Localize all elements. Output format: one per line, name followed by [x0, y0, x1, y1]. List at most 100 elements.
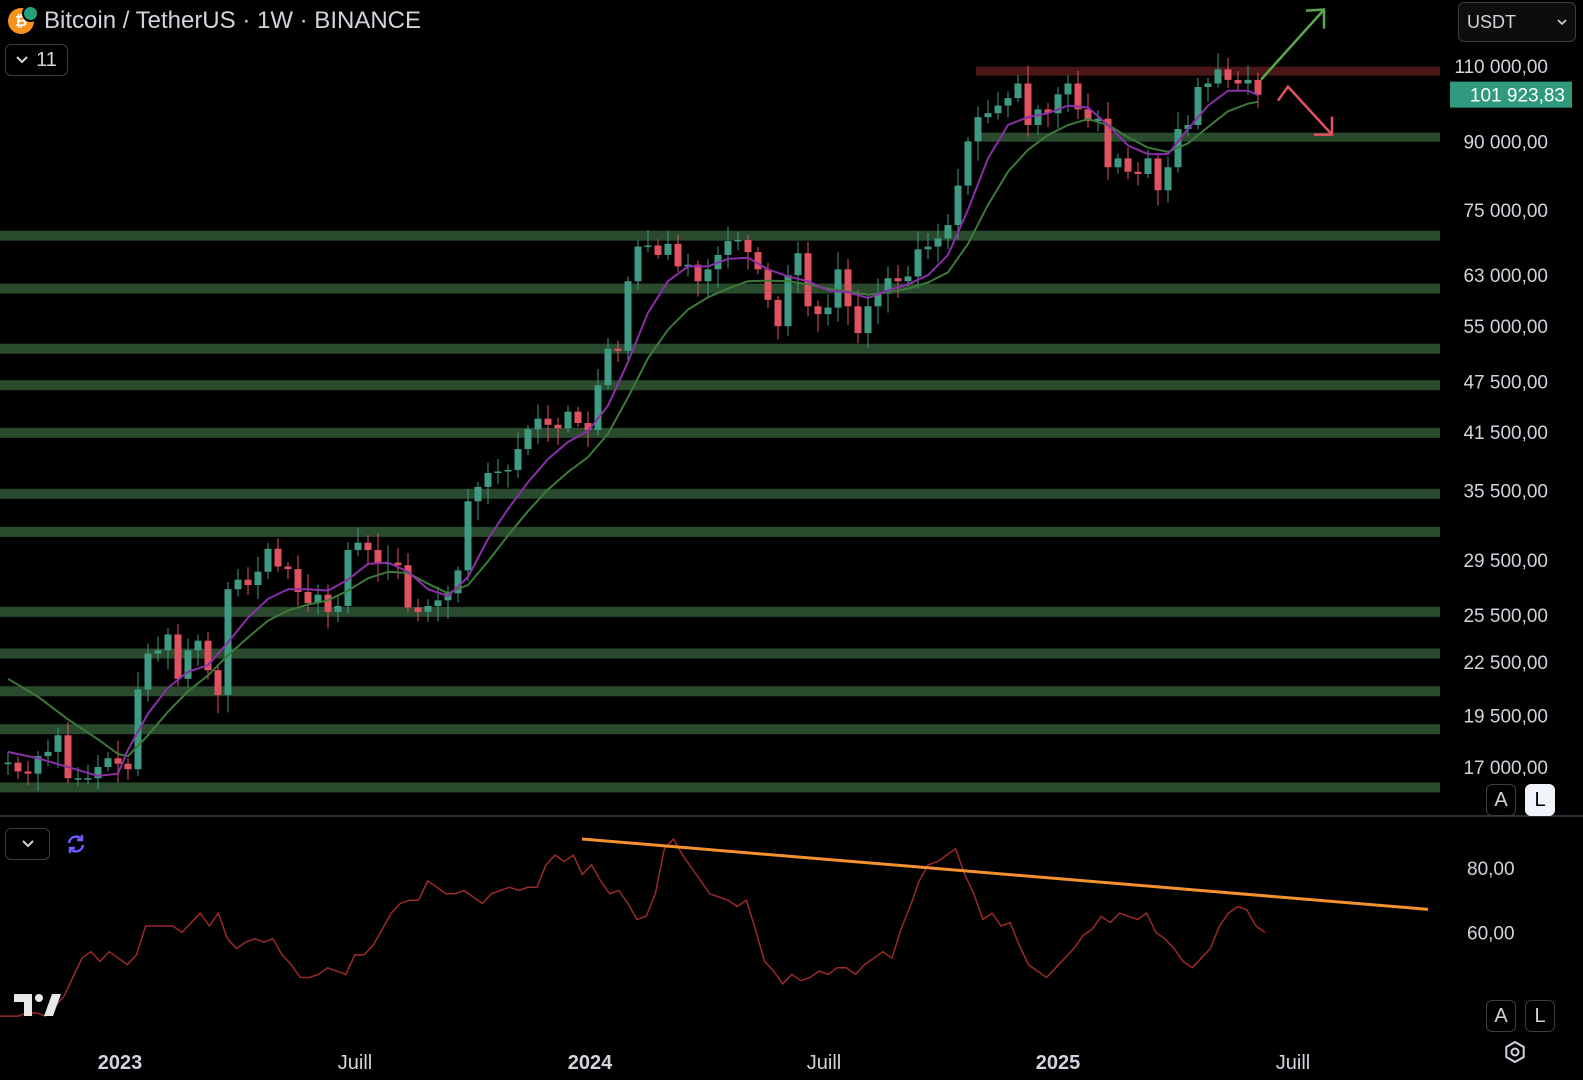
symbol-header[interactable]: ₿ Bitcoin / TetherUS · 1W · BINANCE — [8, 4, 421, 38]
candle — [1074, 70, 1082, 120]
rsi-tick-label: 60,00 — [1467, 923, 1515, 944]
candle-body — [1064, 83, 1072, 95]
settings-gear-icon[interactable] — [1503, 1040, 1527, 1064]
candle — [1104, 101, 1112, 180]
price-tick-label: 63 000,00 — [1463, 266, 1548, 287]
sync-icon[interactable] — [64, 832, 88, 856]
candle-body — [1254, 79, 1262, 95]
candle-body — [974, 117, 982, 142]
candles — [4, 53, 1262, 792]
candle-body — [1014, 83, 1022, 99]
candle-body — [914, 249, 922, 277]
candle — [464, 488, 472, 581]
candle — [964, 136, 972, 195]
indicator-count: 11 — [36, 48, 57, 71]
candle-body — [784, 275, 792, 327]
candle-body — [274, 548, 282, 567]
candle-body — [424, 606, 432, 612]
candle-body — [814, 306, 822, 315]
candle-body — [464, 501, 472, 571]
time-tick-label: 2025 — [1036, 1052, 1081, 1074]
time-tick-label: Juill — [338, 1052, 372, 1074]
candle — [514, 432, 522, 478]
price-tick-label: 90 000,00 — [1463, 132, 1548, 153]
candle — [684, 253, 692, 277]
support-zone — [0, 782, 1440, 793]
candle — [714, 246, 722, 288]
candle-body — [1134, 171, 1142, 175]
chevron-down-icon — [16, 56, 28, 64]
candle-body — [594, 385, 602, 431]
price-tick-label: 29 500,00 — [1463, 551, 1548, 572]
price-tick-label: 25 500,00 — [1463, 606, 1548, 627]
candle — [24, 761, 32, 786]
candle-body — [704, 269, 712, 282]
resistance-level — [976, 66, 1440, 76]
candle — [744, 235, 752, 270]
rsi-tick-label: 80,00 — [1467, 859, 1515, 880]
candle — [394, 547, 402, 579]
candle — [504, 464, 512, 488]
candle — [364, 534, 372, 566]
candle — [184, 638, 192, 688]
candle-body — [644, 245, 652, 247]
support-zone — [0, 724, 1440, 735]
candle-body — [434, 600, 442, 607]
time-axis: 2023 Juill 2024 Juill 2025 Juill — [98, 1052, 1310, 1074]
support-zone — [0, 427, 1440, 438]
candle — [1014, 75, 1022, 103]
candle-body — [84, 778, 92, 780]
candle-body — [634, 246, 642, 282]
candle-body — [864, 306, 872, 334]
candle-body — [44, 751, 52, 757]
candle-body — [614, 348, 622, 351]
candle-body — [894, 278, 902, 282]
candle-body — [304, 591, 312, 604]
candle — [624, 276, 632, 361]
rsi-collapse-button[interactable] — [5, 828, 50, 860]
candle-body — [1124, 158, 1132, 172]
candle — [1164, 156, 1172, 203]
price-auto-scale-button[interactable]: A — [1486, 784, 1516, 816]
candle — [14, 757, 22, 779]
candle-body — [724, 241, 732, 255]
currency-select[interactable]: USDT — [1458, 2, 1576, 42]
candle-body — [504, 469, 512, 472]
rsi-log-scale-button[interactable]: L — [1525, 1000, 1555, 1032]
indicators-toggle-button[interactable]: 11 — [5, 44, 68, 76]
candle-body — [1114, 158, 1122, 168]
price-log-scale-button[interactable]: L — [1525, 784, 1555, 816]
rsi-auto-scale-button[interactable]: A — [1486, 1000, 1516, 1032]
time-tick-label: 2023 — [98, 1052, 143, 1074]
candle — [224, 581, 232, 713]
candle — [534, 404, 542, 444]
candle — [824, 294, 832, 326]
candle — [1024, 65, 1032, 137]
candle — [834, 252, 842, 322]
candle — [424, 599, 432, 622]
candle-body — [484, 473, 492, 487]
candle-body — [514, 449, 522, 470]
chevron-down-icon — [21, 840, 34, 848]
support-zone — [0, 488, 1440, 499]
candle-body — [994, 105, 1002, 114]
candle — [854, 289, 862, 344]
candle — [494, 459, 502, 484]
price-tick-label: 22 500,00 — [1463, 653, 1548, 674]
candle-body — [334, 606, 342, 612]
chart-canvas[interactable]: 110 000,00 90 000,00 75 000,00 63 000,00 55 … — [0, 0, 1583, 1080]
candle — [474, 481, 482, 521]
candle-body — [364, 542, 372, 551]
candle — [1034, 105, 1042, 135]
candle — [1044, 102, 1052, 128]
candle — [594, 369, 602, 437]
candle-body — [374, 550, 382, 563]
candle-body — [324, 594, 332, 612]
candle — [124, 758, 132, 780]
candle — [1114, 153, 1122, 174]
candle-body — [494, 471, 502, 474]
candle-body — [534, 418, 542, 430]
candle-body — [984, 113, 992, 118]
candle-body — [474, 486, 482, 502]
candle — [1154, 153, 1162, 206]
